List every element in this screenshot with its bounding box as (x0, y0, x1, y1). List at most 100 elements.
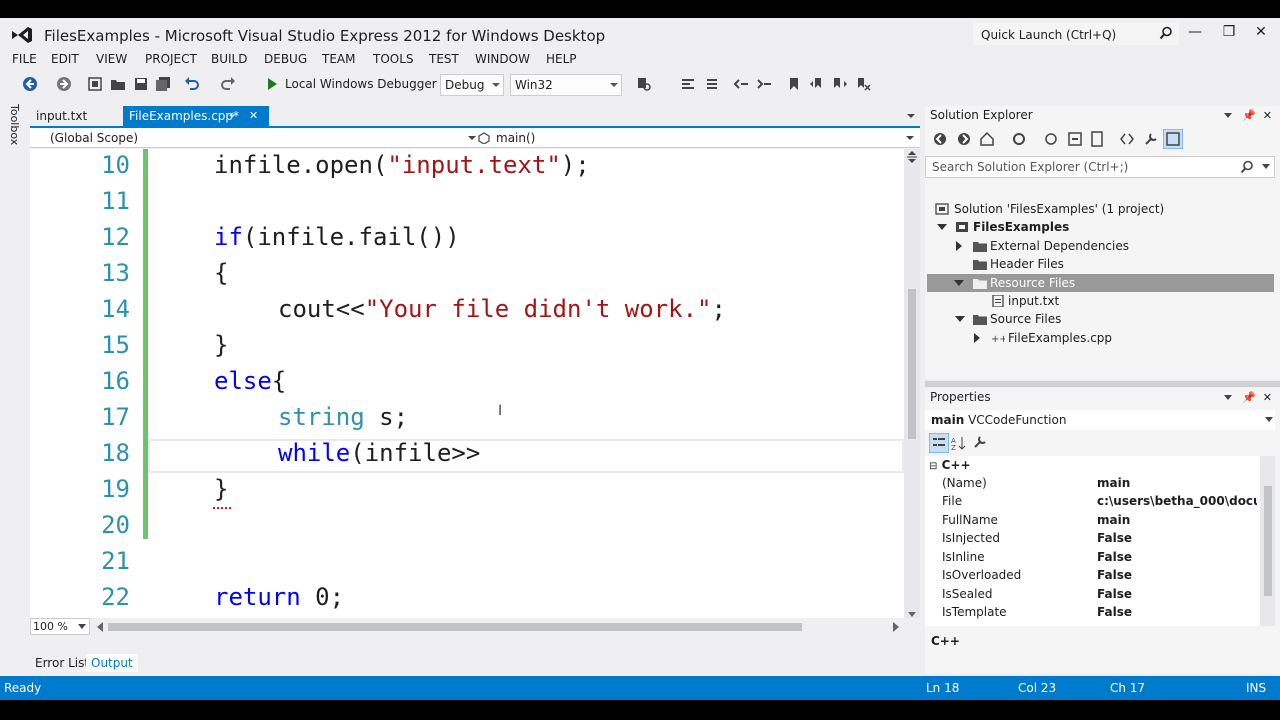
show-all-files-icon[interactable] (1089, 131, 1105, 147)
new-project-icon[interactable] (87, 76, 103, 92)
member-select[interactable]: main() (478, 129, 918, 147)
scrollbar-thumb[interactable] (108, 623, 802, 631)
next-bookmark-icon[interactable] (832, 76, 848, 92)
scroll-left-icon[interactable] (96, 622, 104, 632)
menu-view[interactable]: VIEW (96, 52, 127, 66)
split-editor-icon[interactable] (907, 151, 917, 163)
sync-icon[interactable] (1043, 131, 1059, 147)
alphabetical-icon[interactable]: AZ (951, 435, 967, 451)
menu-build[interactable]: BUILD (211, 52, 247, 66)
configuration-select[interactable]: Debug (440, 74, 504, 96)
properties-object-select[interactable]: main VCCodeFunction (925, 410, 1275, 430)
tab-output[interactable]: Output (86, 654, 138, 672)
forward-icon[interactable] (56, 76, 72, 92)
pin-icon[interactable]: 📌 (1242, 109, 1256, 122)
property-pages-wrench-icon[interactable] (973, 435, 987, 449)
menu-tools[interactable]: TOOLS (373, 52, 414, 66)
property-name[interactable]: IsInjected (942, 531, 1000, 545)
collapsed-chevron-icon[interactable] (974, 333, 980, 343)
open-file-icon[interactable] (110, 76, 126, 92)
menu-team[interactable]: TEAM (322, 52, 355, 66)
expanded-chevron-icon[interactable] (937, 224, 947, 230)
properties-scrollbar[interactable] (1260, 456, 1275, 626)
find-in-files-icon[interactable] (636, 76, 652, 92)
collapsed-chevron-icon[interactable] (956, 241, 962, 251)
platform-select[interactable]: Win32 (510, 74, 622, 96)
bookmark-icon[interactable] (786, 76, 802, 92)
expanded-chevron-icon[interactable] (954, 280, 964, 286)
zoom-select[interactable]: 100 % (30, 618, 90, 635)
collapse-category-icon[interactable]: ⊟ (929, 461, 937, 472)
window-position-chevron-icon[interactable] (1223, 395, 1232, 401)
panel-splitter[interactable] (925, 381, 1280, 387)
scroll-right-icon[interactable] (892, 622, 900, 632)
menu-project[interactable]: PROJECT (145, 52, 197, 66)
view-code-icon[interactable] (1119, 131, 1135, 147)
home-icon[interactable] (979, 131, 995, 147)
comment-icon[interactable] (680, 76, 696, 92)
collapse-all-icon[interactable] (1067, 131, 1083, 147)
property-value[interactable]: main (1097, 513, 1257, 527)
save-all-icon[interactable] (155, 76, 171, 92)
scrollbar-thumb[interactable] (1264, 486, 1272, 596)
undo-icon[interactable] (184, 76, 200, 92)
minimize-button[interactable]: — (1182, 24, 1208, 44)
quick-launch-input[interactable]: Quick Launch (Ctrl+Q) (972, 22, 1180, 46)
menu-edit[interactable]: EDIT (51, 52, 79, 66)
save-icon[interactable] (133, 76, 149, 92)
scrollbar-thumb[interactable] (908, 289, 916, 439)
clear-bookmarks-icon[interactable] (855, 76, 871, 92)
code-editor[interactable]: 10 11 12 13 14 15 16 17 18 19 20 21 22 i… (30, 149, 904, 622)
chevron-down-icon[interactable] (1262, 164, 1270, 170)
pin-icon[interactable]: 📌 (1242, 391, 1256, 404)
property-name[interactable]: (Name) (942, 476, 987, 490)
back-icon[interactable] (933, 132, 947, 146)
forward-icon[interactable] (957, 132, 971, 146)
property-value[interactable]: main (1097, 476, 1257, 490)
property-category[interactable]: ⊟ C++ (929, 458, 971, 472)
preview-selected-items-icon[interactable] (1163, 129, 1183, 149)
toolbox-tab[interactable]: Toolbox (5, 104, 25, 184)
menu-debug[interactable]: DEBUG (264, 52, 307, 66)
property-value[interactable]: c:\users\betha_000\documen (1097, 494, 1257, 508)
property-value[interactable]: False (1097, 550, 1257, 564)
start-debugging-icon[interactable] (264, 76, 280, 92)
start-debugger-label[interactable]: Local Windows Debugger (285, 77, 437, 91)
tab-overflow-chevron-icon[interactable] (906, 112, 916, 120)
previous-bookmark-icon[interactable] (809, 76, 825, 92)
property-name[interactable]: IsSealed (942, 587, 992, 601)
window-position-chevron-icon[interactable] (1223, 113, 1232, 119)
horizontal-scrollbar[interactable] (108, 623, 894, 631)
menu-help[interactable]: HELP (546, 52, 577, 66)
uncomment-icon[interactable] (703, 76, 719, 92)
tab-input-txt[interactable]: input.txt (30, 106, 93, 127)
outdent-icon[interactable] (733, 76, 749, 92)
property-name[interactable]: IsTemplate (942, 605, 1007, 619)
tab-error-list[interactable]: Error List (30, 654, 94, 672)
menu-file[interactable]: FILE (12, 52, 37, 66)
property-value[interactable]: False (1097, 587, 1257, 601)
property-name[interactable]: IsInline (942, 550, 985, 564)
property-name[interactable]: IsOverloaded (942, 568, 1021, 582)
categorized-icon[interactable] (929, 433, 949, 453)
back-icon[interactable] (22, 76, 38, 92)
editor-vertical-scrollbar[interactable] (904, 149, 920, 622)
menu-test[interactable]: TEST (429, 52, 459, 66)
properties-wrench-icon[interactable] (1143, 131, 1159, 147)
expanded-chevron-icon[interactable] (955, 316, 965, 322)
close-button[interactable]: ✕ (1248, 24, 1274, 44)
restore-button[interactable]: ❒ (1216, 24, 1242, 44)
redo-icon[interactable] (220, 76, 236, 92)
indent-icon[interactable] (756, 76, 772, 92)
tree-item-resource-files[interactable]: Resource Files (927, 274, 1274, 292)
close-tab-icon[interactable]: ✕ (249, 109, 258, 122)
property-value[interactable]: False (1097, 531, 1257, 545)
property-value[interactable]: False (1097, 568, 1257, 582)
solution-explorer-search-input[interactable]: Search Solution Explorer (Ctrl+;) (925, 156, 1275, 178)
menu-window[interactable]: WINDOW (475, 52, 530, 66)
property-name[interactable]: FullName (942, 513, 998, 527)
close-icon[interactable]: ✕ (1263, 391, 1272, 404)
close-icon[interactable]: ✕ (1263, 109, 1272, 122)
property-name[interactable]: File (942, 494, 962, 508)
property-value[interactable]: False (1097, 605, 1257, 619)
